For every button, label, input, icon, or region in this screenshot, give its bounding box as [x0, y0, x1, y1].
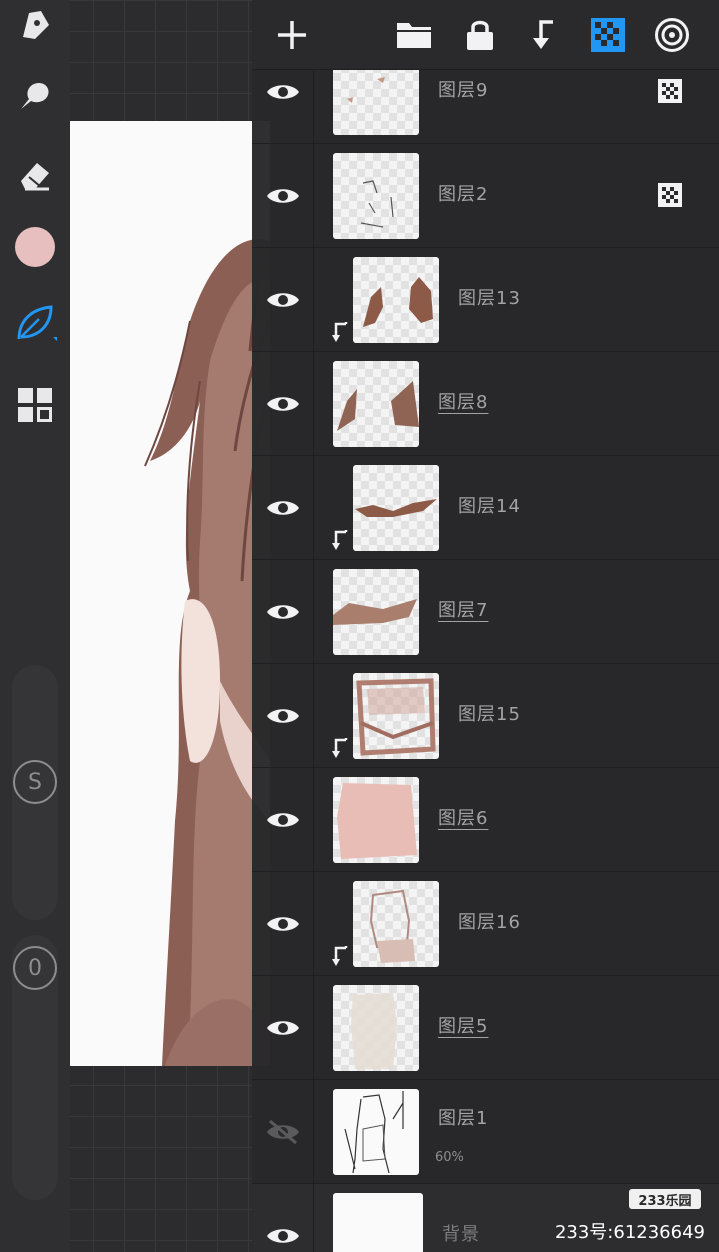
- layer-row[interactable]: 图层8: [252, 352, 719, 456]
- add-layer-icon[interactable]: [270, 13, 314, 57]
- layer-thumbnail: [333, 1089, 419, 1175]
- visibility-eye-icon[interactable]: [252, 976, 314, 1079]
- layers-grid-icon[interactable]: [10, 380, 60, 430]
- layer-row[interactable]: 图层5: [252, 976, 719, 1080]
- eraser-icon[interactable]: [10, 150, 60, 200]
- clipping-arrow-icon: [332, 530, 348, 550]
- visibility-eye-icon[interactable]: [252, 248, 314, 351]
- layer-name: 图层6: [438, 808, 489, 829]
- layer-panel-header: [252, 0, 719, 70]
- visibility-eye-icon[interactable]: [252, 560, 314, 663]
- layer-name: 图层14: [458, 496, 521, 517]
- layer-row[interactable]: 图层7: [252, 560, 719, 664]
- layer-panel: 图层9 图层2 图层13 图层8 图层14 图层7 图层15 图层6 图层16 …: [252, 0, 719, 1252]
- layer-name: 图层15: [458, 704, 521, 725]
- layer-row[interactable]: 图层16: [252, 872, 719, 976]
- layer-list: 图层9 图层2 图层13 图层8 图层14 图层7 图层15 图层6 图层16 …: [252, 40, 719, 1252]
- alpha-lock-toggle-icon[interactable]: [586, 13, 630, 57]
- clipping-arrow-icon: [332, 322, 348, 342]
- visibility-eye-icon[interactable]: [252, 872, 314, 975]
- visibility-eye-icon[interactable]: [252, 352, 314, 455]
- layer-row[interactable]: 图层2: [252, 144, 719, 248]
- clip-down-icon[interactable]: [521, 13, 565, 57]
- clipping-arrow-icon: [332, 946, 348, 966]
- layer-name: 图层5: [438, 1016, 489, 1037]
- layer-thumbnail: [333, 985, 419, 1071]
- visibility-eye-icon[interactable]: [252, 1184, 314, 1252]
- layer-thumbnail: [353, 673, 439, 759]
- visibility-eye-icon[interactable]: [252, 664, 314, 767]
- app-root: S 0 图层9 图层2 图层13 图层8 图层14 图层7 图层15 图层6 图…: [0, 0, 719, 1252]
- artwork-image: [144, 239, 270, 1066]
- layer-name: 图层13: [458, 288, 521, 309]
- alpha-lock-icon[interactable]: [658, 79, 682, 103]
- layer-thumbnail: [333, 361, 419, 447]
- brush-opacity-label: 0: [13, 946, 57, 990]
- layer-row[interactable]: 图层14: [252, 456, 719, 560]
- layer-name: 背景: [442, 1224, 480, 1245]
- left-toolbar: S 0: [0, 0, 70, 1252]
- layer-name: 图层9: [438, 80, 489, 101]
- clipping-arrow-icon: [332, 738, 348, 758]
- layer-row[interactable]: 图层15: [252, 664, 719, 768]
- visibility-eye-icon[interactable]: [252, 144, 314, 247]
- layer-thumbnail: [353, 257, 439, 343]
- layer-properties-icon[interactable]: [650, 13, 694, 57]
- smudge-icon[interactable]: [10, 70, 60, 120]
- brush-leaf-icon[interactable]: [10, 298, 60, 348]
- layer-thumbnail: [333, 153, 419, 239]
- layer-name: 图层1: [438, 1108, 489, 1129]
- alpha-lock-icon[interactable]: [658, 183, 682, 207]
- layer-thumbnail: [333, 569, 419, 655]
- layer-opacity-value: 60%: [435, 1150, 464, 1165]
- folder-icon[interactable]: [392, 13, 436, 57]
- layer-thumbnail: [353, 881, 439, 967]
- layer-name: 图层16: [458, 912, 521, 933]
- layer-thumbnail: [353, 465, 439, 551]
- layer-name: 图层8: [438, 392, 489, 413]
- brush-size-label: S: [13, 760, 57, 804]
- layer-row[interactable]: 图层13: [252, 248, 719, 352]
- layer-thumbnail: [333, 777, 419, 863]
- visibility-eye-icon[interactable]: [252, 456, 314, 559]
- color-swatch[interactable]: [10, 222, 60, 272]
- pen-icon[interactable]: [10, 0, 60, 50]
- artboard[interactable]: [70, 121, 270, 1066]
- layer-row[interactable]: 图层6: [252, 768, 719, 872]
- watermark-logo: 233乐园: [629, 1189, 701, 1209]
- layer-row[interactable]: 图层1 60%: [252, 1080, 719, 1184]
- lock-icon[interactable]: [458, 13, 502, 57]
- watermark-text: 233号:61236649: [554, 1222, 705, 1243]
- visibility-eye-icon[interactable]: [252, 768, 314, 871]
- hidden-eye-icon[interactable]: [252, 1080, 314, 1183]
- layer-name: 图层7: [438, 600, 489, 621]
- background-thumbnail: [333, 1193, 423, 1252]
- layer-name: 图层2: [438, 184, 489, 205]
